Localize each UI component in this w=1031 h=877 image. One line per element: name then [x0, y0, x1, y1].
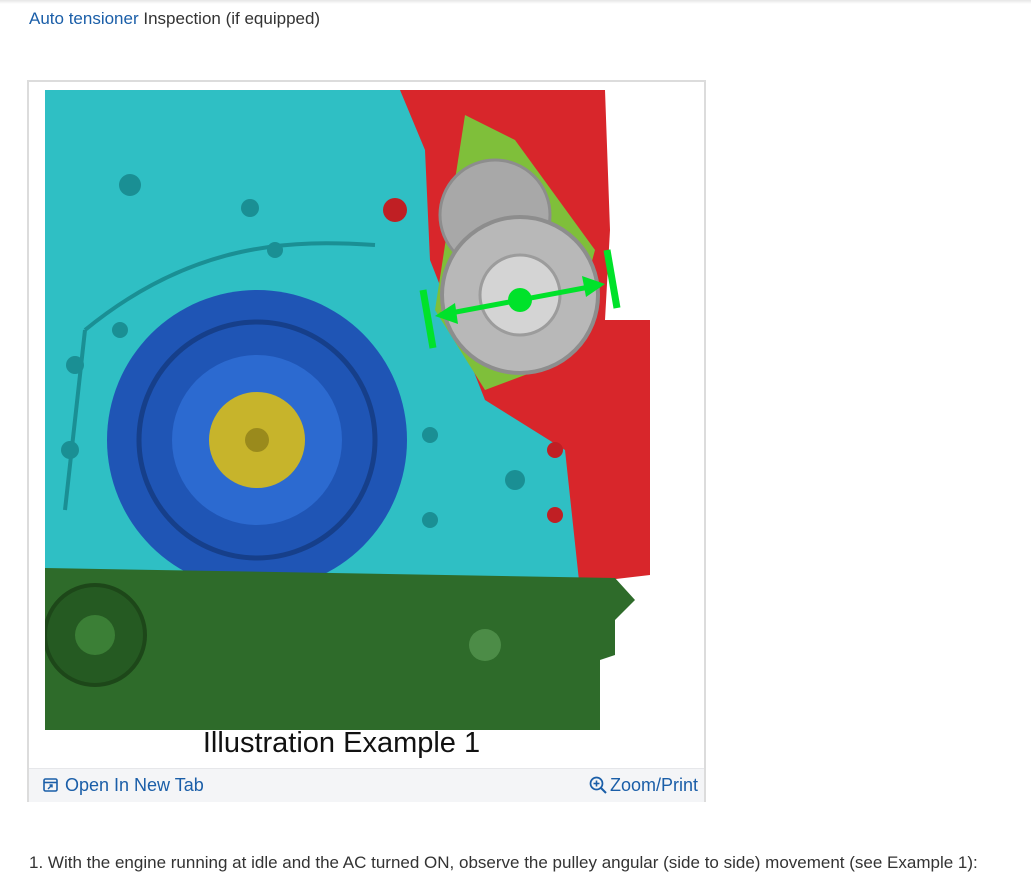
open-in-new-tab-button[interactable]: Open In New Tab: [43, 774, 204, 796]
section-heading: Auto tensioner Inspection (if equipped): [29, 8, 320, 30]
bolt: [547, 507, 563, 523]
bolt: [383, 198, 407, 222]
movement-limit-right: [603, 249, 621, 309]
bolt: [66, 356, 84, 374]
oil-pan-plug: [469, 629, 501, 661]
bolt: [422, 512, 438, 528]
figure-caption: Illustration Example 1: [202, 727, 481, 759]
bolt: [241, 199, 259, 217]
illustration-figure: Illustration Example 1 Open In New Tab Z…: [27, 80, 706, 802]
pivot-point: [508, 288, 532, 312]
bolt: [112, 322, 128, 338]
hub-center: [245, 428, 269, 452]
figure-toolbar: Open In New Tab Zoom/Print: [29, 768, 704, 802]
bolt: [422, 427, 438, 443]
engine-illustration-image[interactable]: [45, 90, 657, 730]
top-shadow: [0, 0, 1031, 4]
bolt: [61, 441, 79, 459]
heading-rest-text: Inspection (if equipped): [138, 9, 321, 28]
step-1-instruction: 1. With the engine running at idle and t…: [29, 853, 978, 872]
auto-tensioner-link[interactable]: Auto tensioner: [29, 9, 139, 28]
bolt: [267, 242, 283, 258]
oil-pan-pulley-center: [75, 615, 115, 655]
bolt: [547, 442, 563, 458]
zoom-in-icon: [589, 776, 607, 794]
bolt: [505, 470, 525, 490]
zoom-print-label: Zoom/Print: [609, 775, 698, 795]
open-in-new-tab-label: Open In New Tab: [65, 775, 204, 795]
zoom-print-button[interactable]: Zoom/Print: [589, 774, 698, 796]
bolt: [119, 174, 141, 196]
open-in-new-tab-icon: [43, 778, 58, 792]
